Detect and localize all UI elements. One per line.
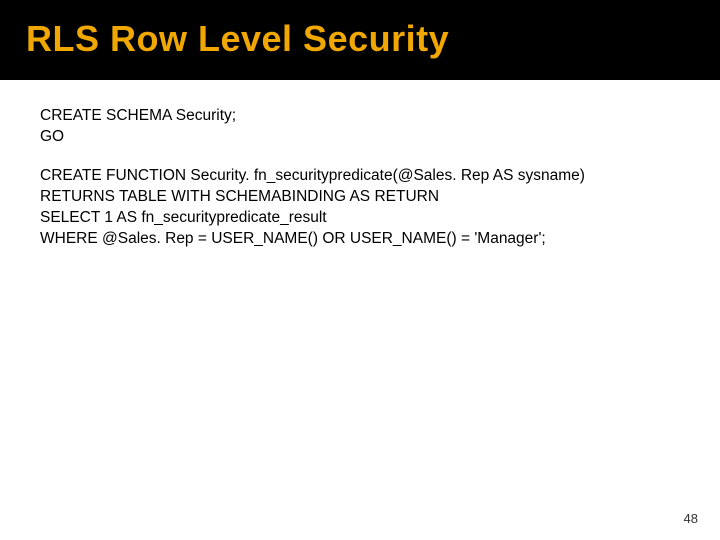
code-line: CREATE SCHEMA Security; bbox=[40, 106, 680, 127]
code-line: CREATE FUNCTION Security. fn_securitypre… bbox=[40, 166, 680, 187]
code-line: WHERE @Sales. Rep = USER_NAME() OR USER_… bbox=[40, 229, 680, 250]
slide-content: CREATE SCHEMA Security; GO CREATE FUNCTI… bbox=[0, 80, 720, 250]
code-block-2: CREATE FUNCTION Security. fn_securitypre… bbox=[40, 166, 680, 250]
slide-title: RLS Row Level Security bbox=[0, 18, 720, 60]
code-line: GO bbox=[40, 127, 680, 148]
code-line: RETURNS TABLE WITH SCHEMABINDING AS RETU… bbox=[40, 187, 680, 208]
code-block-1: CREATE SCHEMA Security; GO bbox=[40, 106, 680, 148]
header-band: RLS Row Level Security bbox=[0, 0, 720, 80]
code-line: SELECT 1 AS fn_securitypredicate_result bbox=[40, 208, 680, 229]
page-number: 48 bbox=[684, 511, 698, 526]
